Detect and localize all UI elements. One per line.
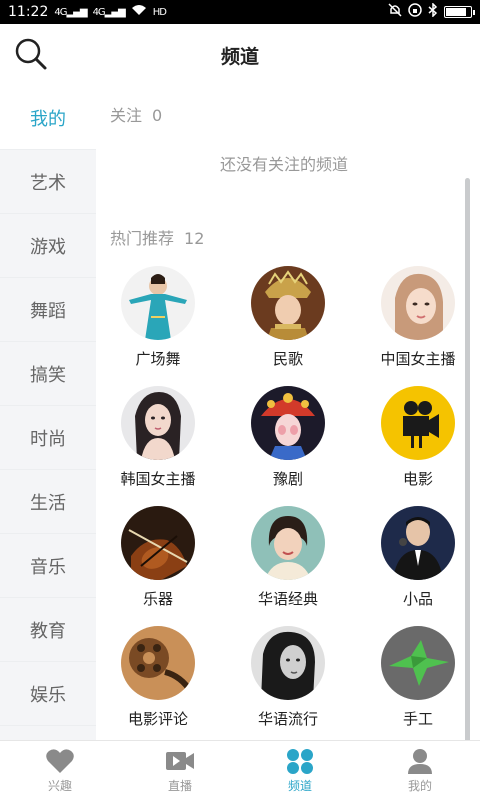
korean-streamer-avatar — [121, 386, 195, 460]
channel-instruments[interactable]: 乐器 — [98, 506, 218, 609]
channel-label: 韩国女主播 — [120, 470, 196, 488]
pop-singer-avatar — [251, 626, 325, 700]
signal-icon: 4G▂▄▆ — [54, 6, 87, 18]
bottom-nav: 兴趣 直播 频道 我的 — [0, 740, 480, 800]
nav-mine[interactable]: 我的 — [360, 741, 480, 800]
channel-label: 华语经典 — [257, 590, 318, 608]
violin-avatar — [121, 506, 195, 580]
nav-interest[interactable]: 兴趣 — [0, 741, 120, 800]
wifi-icon — [131, 4, 147, 20]
channel-content: 关注 0 还没有关注的频道 热门推荐 12 广场舞 民歌 中国女主播 韩国女主播… — [96, 86, 472, 800]
network-type: 4G — [54, 6, 67, 18]
sidebar-item-entertainment[interactable]: 娱乐 — [0, 662, 96, 726]
heart-icon — [46, 749, 74, 773]
chinese-streamer-avatar — [381, 266, 455, 340]
category-sidebar: 我的 艺术 游戏 舞蹈 搞笑 时尚 生活 音乐 教育 娱乐 — [0, 86, 96, 740]
comedian-avatar — [381, 506, 455, 580]
sidebar-item-comedy[interactable]: 搞笑 — [0, 342, 96, 406]
channel-label: 豫剧 — [272, 470, 303, 488]
channel-label: 电影评论 — [127, 710, 188, 728]
sidebar-item-games[interactable]: 游戏 — [0, 214, 96, 278]
lock-rotation-icon — [408, 3, 422, 21]
channel-chinese-pop[interactable]: 华语流行 — [228, 626, 348, 729]
folk-singer-avatar — [251, 266, 325, 340]
channel-chinese-classics[interactable]: 华语经典 — [228, 506, 348, 609]
channel-label: 手工 — [402, 710, 433, 728]
following-count: 0 — [152, 106, 163, 125]
mute-icon — [388, 3, 402, 21]
channel-sketch-comedy[interactable]: 小品 — [358, 506, 478, 609]
following-label: 关注 — [110, 106, 143, 125]
following-empty-message: 还没有关注的频道 — [219, 155, 348, 174]
origami-avatar — [381, 626, 455, 700]
film-reel-avatar — [121, 626, 195, 700]
content-scrollbar[interactable] — [465, 178, 470, 800]
nav-live[interactable]: 直播 — [120, 741, 240, 800]
hot-label: 热门推荐 — [110, 229, 175, 248]
video-camera-icon — [166, 752, 194, 770]
channel-folk-song[interactable]: 民歌 — [228, 266, 348, 369]
channel-label: 电影 — [402, 470, 433, 488]
battery-level — [446, 8, 466, 16]
sidebar-item-life[interactable]: 生活 — [0, 470, 96, 534]
sidebar-item-fashion[interactable]: 时尚 — [0, 406, 96, 470]
channel-chinese-streamer[interactable]: 中国女主播 — [358, 266, 478, 369]
hot-count: 12 — [184, 229, 205, 248]
nav-label: 我的 — [407, 779, 432, 793]
channel-movies[interactable]: 电影 — [358, 386, 478, 489]
movie-camera-avatar — [381, 386, 455, 460]
hot-header: 热门推荐 12 — [110, 225, 204, 249]
signal2-icon: 4G▂▄▆ — [92, 6, 126, 18]
search-icon — [15, 38, 47, 70]
channel-square-dance[interactable]: 广场舞 — [98, 266, 218, 369]
nav-label: 直播 — [167, 779, 192, 793]
dancer-avatar — [121, 266, 195, 340]
following-header: 关注 0 — [110, 102, 162, 126]
nav-label: 兴趣 — [47, 779, 72, 793]
channel-label: 华语流行 — [257, 710, 318, 728]
channel-label: 中国女主播 — [380, 350, 456, 368]
status-time: 11:22 — [8, 4, 49, 20]
channel-label: 广场舞 — [135, 350, 181, 368]
channel-film-review[interactable]: 电影评论 — [98, 626, 218, 729]
classic-singer-avatar — [251, 506, 325, 580]
bluetooth-icon — [428, 2, 438, 21]
channel-label: 乐器 — [142, 590, 173, 608]
sidebar-item-education[interactable]: 教育 — [0, 598, 96, 662]
page-title: 频道 — [220, 45, 259, 68]
channel-label: 小品 — [402, 590, 433, 608]
hd-badge: HD — [152, 6, 167, 18]
person-icon — [408, 749, 432, 774]
channel-grid-icon — [287, 749, 313, 774]
status-bar: 11:22 4G▂▄▆ 4G▂▄▆ HD — [0, 0, 480, 24]
header: 频道 — [0, 24, 480, 86]
channel-henan-opera[interactable]: 豫剧 — [228, 386, 348, 489]
sidebar-item-dance[interactable]: 舞蹈 — [0, 278, 96, 342]
channel-label: 民歌 — [272, 350, 303, 368]
battery-icon — [444, 6, 475, 18]
nav-channel[interactable]: 频道 — [240, 741, 360, 800]
channel-korean-streamer[interactable]: 韩国女主播 — [98, 386, 218, 489]
sidebar-item-art[interactable]: 艺术 — [0, 150, 96, 214]
opera-avatar — [251, 386, 325, 460]
nav-label: 频道 — [287, 779, 312, 793]
sidebar-item-mine[interactable]: 我的 — [0, 86, 96, 150]
channel-handicraft[interactable]: 手工 — [358, 626, 478, 729]
sidebar-item-music[interactable]: 音乐 — [0, 534, 96, 598]
search-button[interactable] — [14, 37, 48, 71]
